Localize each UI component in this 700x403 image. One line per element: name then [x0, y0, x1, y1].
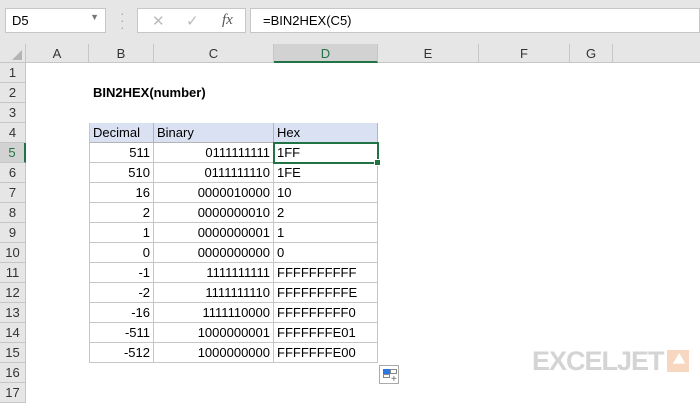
binary-cell[interactable]: 0000000001 [154, 223, 274, 243]
row-header-13[interactable]: 13 [0, 303, 26, 323]
decimal-cell[interactable]: 16 [89, 183, 154, 203]
insert-function-icon[interactable]: fx [222, 12, 233, 29]
column-header-D[interactable]: D [274, 44, 378, 63]
formula-input[interactable]: =BIN2HEX(C5) [250, 8, 700, 33]
hex-cell[interactable]: FFFFFFFFFE [274, 283, 378, 303]
drag-handle-icon[interactable]: · · · [120, 6, 126, 34]
cancel-icon[interactable]: ✕ [152, 12, 165, 30]
hex-cell[interactable]: FFFFFFFE01 [274, 323, 378, 343]
column-header-B[interactable]: B [89, 44, 154, 63]
binary-cell[interactable]: 1000000000 [154, 343, 274, 363]
row-header-2[interactable]: 2 [0, 83, 26, 103]
decimal-cell[interactable]: 2 [89, 203, 154, 223]
header-cell-binary[interactable]: Binary [154, 123, 274, 143]
sheet-title: BIN2HEX(number) [93, 85, 206, 100]
exceljet-logo: EXCELJET [532, 346, 689, 377]
column-header-F[interactable]: F [479, 44, 570, 63]
binary-cell[interactable]: 1000000001 [154, 323, 274, 343]
hex-cell[interactable]: 2 [274, 203, 378, 223]
binary-cell[interactable]: 1111110000 [154, 303, 274, 323]
quick-analysis-icon[interactable]: + [379, 365, 399, 385]
row-header-10[interactable]: 10 [0, 243, 26, 263]
decimal-cell[interactable]: -1 [89, 263, 154, 283]
row-header-14[interactable]: 14 [0, 323, 26, 343]
decimal-cell[interactable]: 511 [89, 143, 154, 163]
row-header-11[interactable]: 11 [0, 263, 26, 283]
row-header-4[interactable]: 4 [0, 123, 26, 143]
hex-cell[interactable]: FFFFFFFFFF [274, 263, 378, 283]
column-header-G[interactable]: G [570, 44, 613, 63]
column-header-E[interactable]: E [378, 44, 479, 63]
formula-toolbar: D5 ▼ · · · ✕ ✓ fx =BIN2HEX(C5) [0, 0, 700, 44]
row-header-7[interactable]: 7 [0, 183, 26, 203]
binary-cell[interactable]: 0111111111 [154, 143, 274, 163]
binary-cell[interactable]: 0111111110 [154, 163, 274, 183]
hex-cell[interactable]: 1FE [274, 163, 378, 183]
row-header-3[interactable]: 3 [0, 103, 26, 123]
row-header-16[interactable]: 16 [0, 363, 26, 383]
header-cell-decimal[interactable]: Decimal [89, 123, 154, 143]
row-header-6[interactable]: 6 [0, 163, 26, 183]
decimal-cell[interactable]: -16 [89, 303, 154, 323]
row-header-15[interactable]: 15 [0, 343, 26, 363]
logo-mark-icon [666, 350, 689, 372]
hex-cell[interactable]: 10 [274, 183, 378, 203]
decimal-cell[interactable]: -512 [89, 343, 154, 363]
row-header-12[interactable]: 12 [0, 283, 26, 303]
active-cell-selection [273, 142, 381, 166]
row-header-5[interactable]: 5 [0, 143, 26, 163]
name-box[interactable]: D5 ▼ [5, 8, 106, 33]
hex-cell[interactable]: 1 [274, 223, 378, 243]
name-box-value: D5 [12, 13, 29, 28]
binary-cell[interactable]: 1111111110 [154, 283, 274, 303]
binary-cell[interactable]: 0000000010 [154, 203, 274, 223]
column-header-C[interactable]: C [154, 44, 274, 63]
formula-buttons: ✕ ✓ fx [137, 8, 246, 33]
binary-cell[interactable]: 0000000000 [154, 243, 274, 263]
column-headers: ABCDEFG [0, 44, 700, 63]
chevron-down-icon[interactable]: ▼ [90, 12, 99, 22]
decimal-cell[interactable]: -2 [89, 283, 154, 303]
row-header-1[interactable]: 1 [0, 63, 26, 83]
select-all-button[interactable] [0, 44, 26, 63]
decimal-cell[interactable]: 510 [89, 163, 154, 183]
row-header-9[interactable]: 9 [0, 223, 26, 243]
binary-cell[interactable]: 0000010000 [154, 183, 274, 203]
decimal-cell[interactable]: -511 [89, 323, 154, 343]
decimal-cell[interactable]: 1 [89, 223, 154, 243]
enter-check-icon[interactable]: ✓ [186, 12, 199, 30]
header-cell-hex[interactable]: Hex [274, 123, 378, 143]
hex-cell[interactable]: FFFFFFFE00 [274, 343, 378, 363]
row-header-17[interactable]: 17 [0, 383, 26, 403]
hex-cell[interactable]: FFFFFFFFF0 [274, 303, 378, 323]
hex-cell[interactable]: 0 [274, 243, 378, 263]
row-header-8[interactable]: 8 [0, 203, 26, 223]
column-header-A[interactable]: A [26, 44, 89, 63]
decimal-cell[interactable]: 0 [89, 243, 154, 263]
binary-cell[interactable]: 1111111111 [154, 263, 274, 283]
